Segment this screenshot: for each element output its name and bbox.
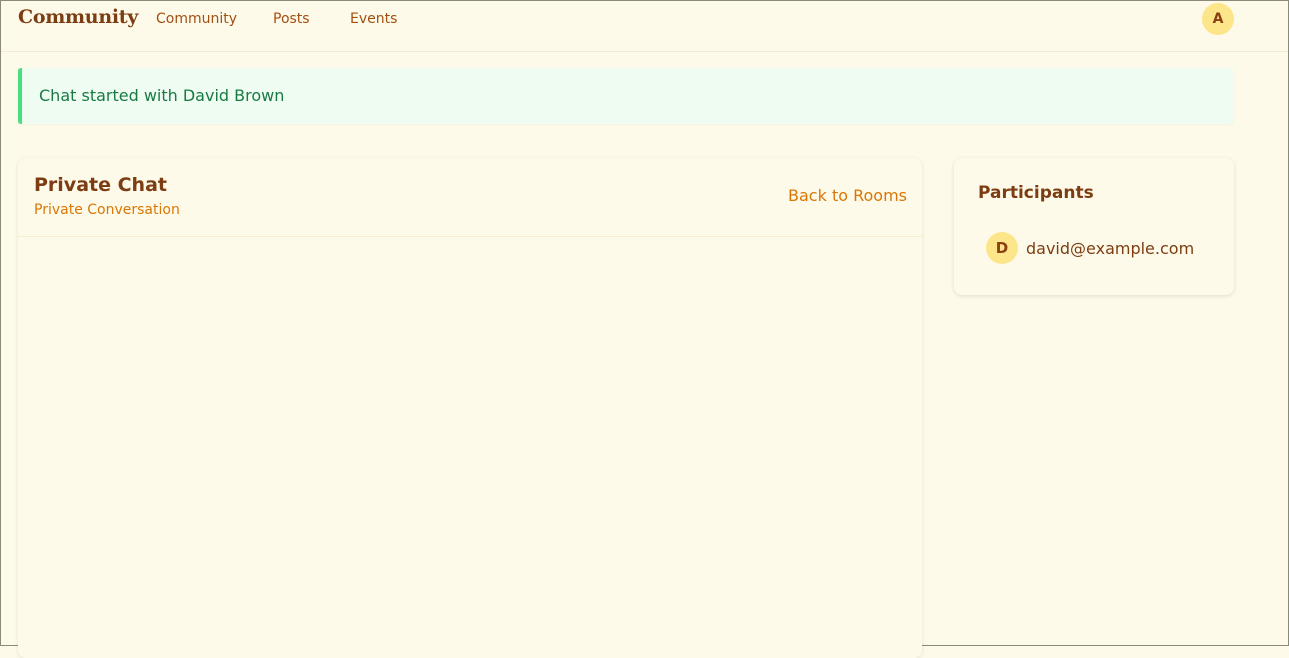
top-navbar: Community Community Posts Events A <box>1 1 1288 52</box>
chat-header: Private Chat Private Conversation Back t… <box>18 158 922 237</box>
brand-logo[interactable]: Community <box>18 6 138 28</box>
nav-link-events[interactable]: Events <box>350 11 397 27</box>
chat-panel: Private Chat Private Conversation Back t… <box>18 158 922 658</box>
alert-message: Chat started with David Brown <box>39 86 285 105</box>
participants-panel: Participants D david@example.com <box>954 158 1234 295</box>
success-alert: Chat started with David Brown <box>18 68 1234 124</box>
back-to-rooms-link[interactable]: Back to Rooms <box>788 186 907 205</box>
participant-email: david@example.com <box>1026 238 1195 258</box>
nav-link-community[interactable]: Community <box>156 11 237 27</box>
participant-item[interactable]: D david@example.com <box>986 232 1194 264</box>
nav-link-posts[interactable]: Posts <box>273 11 310 27</box>
participant-avatar: D <box>986 232 1018 264</box>
chat-subtitle: Private Conversation <box>34 202 180 218</box>
chat-title: Private Chat <box>34 174 167 196</box>
user-avatar[interactable]: A <box>1202 3 1234 35</box>
participants-title: Participants <box>978 183 1094 203</box>
